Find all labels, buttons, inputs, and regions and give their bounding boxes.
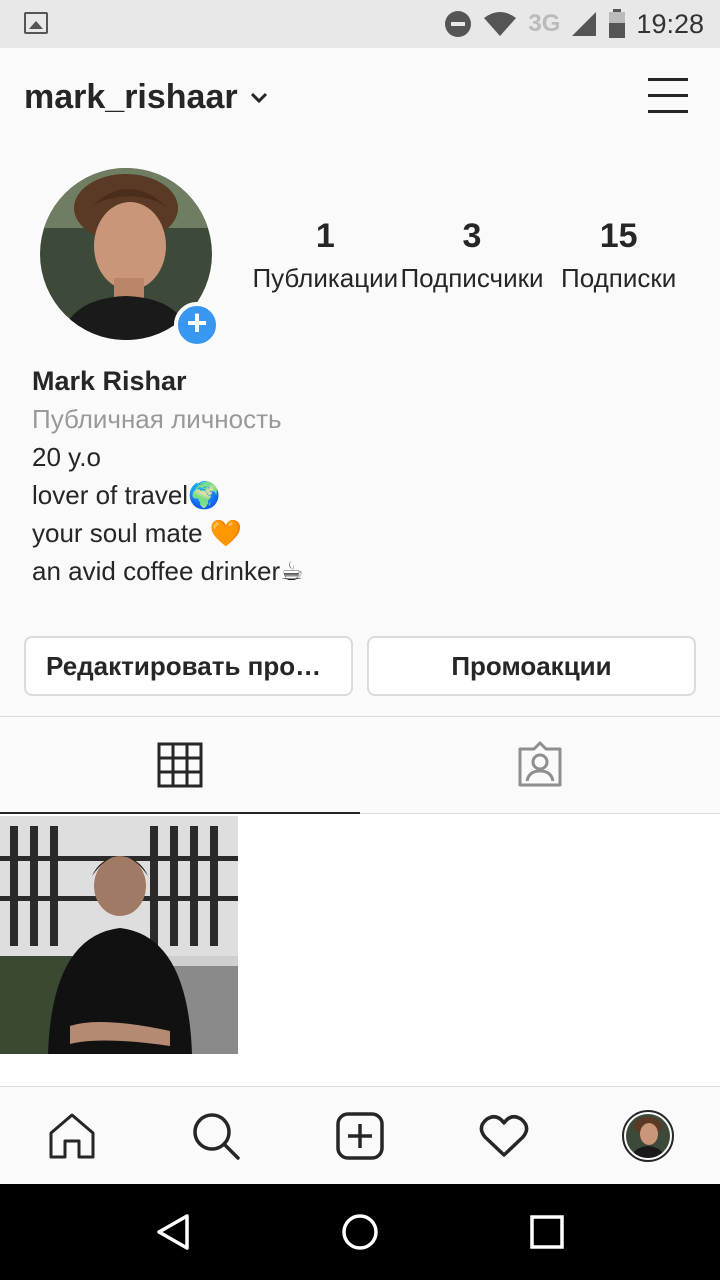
- bottom-navigation: [0, 1086, 720, 1184]
- signal-icon: [572, 12, 597, 36]
- stat-posts-count: 1: [315, 217, 335, 255]
- system-navigation-bar: [0, 1184, 720, 1280]
- grid-icon: [157, 742, 203, 788]
- stat-following-label: Подписки: [561, 263, 677, 293]
- dnd-icon: [445, 11, 472, 37]
- profile-tabs: [0, 716, 720, 814]
- profile-bio: Mark Rishar Публичная личность 20 y.o lo…: [32, 362, 692, 590]
- battery-icon: [609, 9, 626, 38]
- add-story-plus-icon[interactable]: +: [174, 302, 220, 348]
- edit-profile-label: Редактировать профиль: [46, 650, 331, 681]
- profile-actions: Редактировать профиль Промоакции: [24, 636, 696, 696]
- home-circle-icon[interactable]: [340, 1212, 380, 1252]
- bio-line: an avid coffee drinker☕: [32, 556, 304, 586]
- add-post-icon: [336, 1111, 384, 1160]
- tab-tagged[interactable]: [360, 717, 720, 813]
- status-icons: 3G 19:28: [444, 8, 704, 40]
- bio-line: lover of travel🌍: [32, 480, 221, 510]
- network-type: 3G: [528, 10, 561, 37]
- post-thumbnail[interactable]: [0, 816, 238, 1054]
- stat-followers[interactable]: 3 Подписчики: [399, 214, 546, 304]
- posts-grid: [0, 814, 720, 1086]
- stat-posts[interactable]: 1 Публикации: [252, 214, 399, 304]
- nav-activity[interactable]: [432, 1087, 576, 1184]
- stat-following-count: 15: [599, 217, 638, 255]
- hamburger-menu-icon[interactable]: [648, 78, 688, 114]
- profile-header: mark_rishaar: [0, 48, 720, 148]
- stat-posts-label: Публикации: [252, 263, 399, 293]
- home-icon: [49, 1113, 95, 1158]
- status-time: 19:28: [636, 8, 704, 39]
- promotions-label: Промоакции: [451, 650, 612, 681]
- display-name: Mark Rishar: [32, 366, 187, 396]
- profile-avatar-container[interactable]: +: [40, 168, 220, 348]
- account-switcher[interactable]: mark_rishaar: [24, 78, 268, 117]
- nav-search[interactable]: [144, 1087, 288, 1184]
- bio-line: 20 y.o: [32, 442, 101, 472]
- wifi-icon: [484, 12, 517, 36]
- nav-home[interactable]: [0, 1087, 144, 1184]
- nav-add-post[interactable]: [288, 1087, 432, 1184]
- heart-icon: [479, 1114, 529, 1157]
- profile-stats: 1 Публикации 3 Подписчики 15 Подписки: [252, 214, 692, 304]
- status-bar: 3G 19:28: [0, 0, 720, 48]
- promotions-button[interactable]: Промоакции: [367, 636, 696, 696]
- edit-profile-button[interactable]: Редактировать профиль: [24, 636, 353, 696]
- chevron-down-icon: [250, 92, 267, 103]
- bio-line: your soul mate 🧡: [32, 518, 243, 548]
- stat-following[interactable]: 15 Подписки: [545, 214, 692, 304]
- stat-followers-count: 3: [462, 217, 482, 255]
- profile-category: Публичная личность: [32, 404, 282, 434]
- username: mark_rishaar: [24, 78, 238, 116]
- stat-followers-label: Подписчики: [400, 263, 544, 293]
- search-icon: [193, 1112, 240, 1160]
- nav-profile[interactable]: [576, 1087, 720, 1184]
- tab-grid[interactable]: [0, 717, 360, 814]
- tagged-icon: [518, 741, 562, 787]
- image-icon: [24, 12, 48, 34]
- avatar: [622, 1109, 674, 1162]
- recents-icon[interactable]: [527, 1212, 567, 1252]
- back-icon[interactable]: [153, 1212, 193, 1252]
